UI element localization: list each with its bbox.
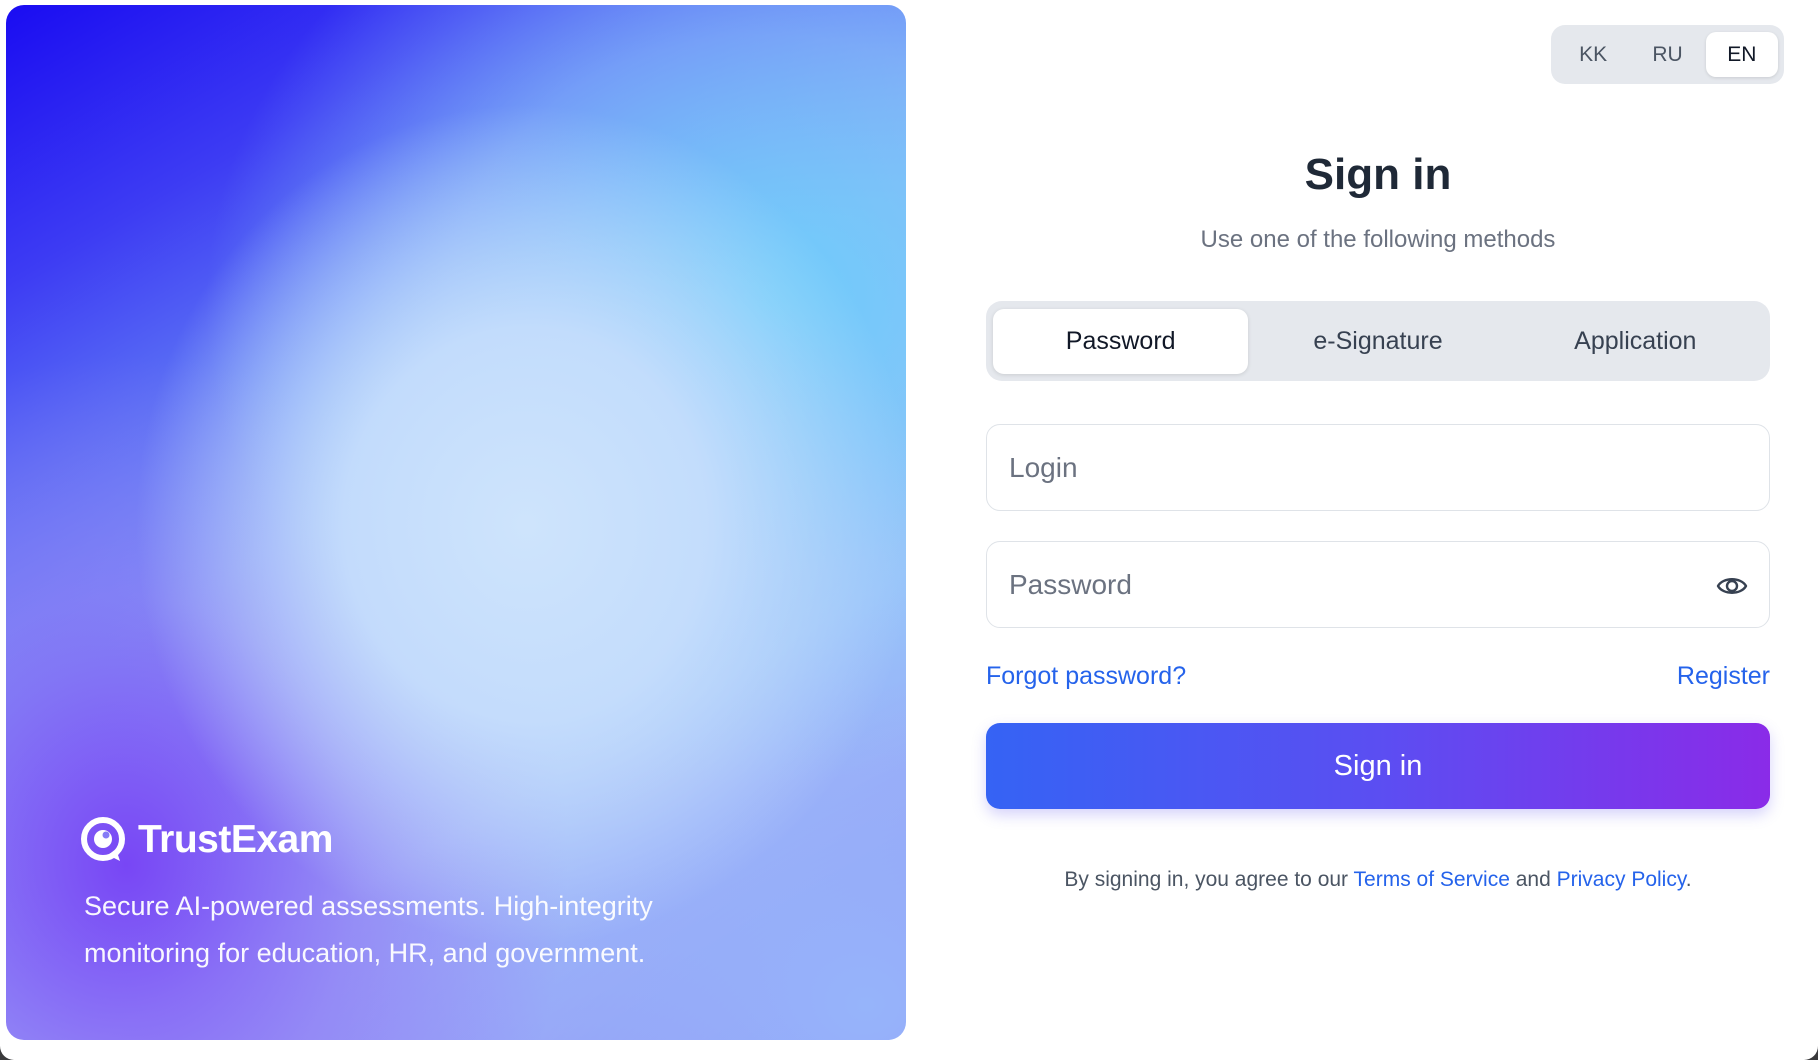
login-input[interactable] <box>987 425 1769 510</box>
eye-icon[interactable] <box>1715 569 1749 603</box>
brand: TrustExam <box>78 815 333 865</box>
login-field <box>986 424 1770 511</box>
hero-tagline: Secure AI-powered assessments. High-inte… <box>84 891 653 968</box>
language-option-en[interactable]: EN <box>1705 32 1778 77</box>
password-input[interactable] <box>987 542 1769 627</box>
hero-panel: TrustExam Secure AI-powered assessments.… <box>6 5 906 1040</box>
language-option-ru[interactable]: RU <box>1631 32 1703 77</box>
password-field <box>986 541 1770 628</box>
privacy-policy-link[interactable]: Privacy Policy <box>1557 868 1686 891</box>
tab-application[interactable]: Application <box>1508 309 1763 374</box>
page-subtitle: Use one of the following methods <box>1200 226 1556 253</box>
sign-in-button[interactable]: Sign in <box>986 723 1770 809</box>
language-switcher: KK RU EN <box>1551 25 1784 84</box>
terms-suffix: . <box>1685 868 1692 891</box>
language-option-kk[interactable]: KK <box>1557 32 1629 77</box>
sign-in-method-tabs: Password e-Signature Application <box>986 301 1770 381</box>
login-page: TrustExam Secure AI-powered assessments.… <box>0 0 1818 1060</box>
page-title: Sign in <box>1304 150 1452 199</box>
terms-notice: By signing in, you agree to our Terms of… <box>986 868 1770 892</box>
brand-name: TrustExam <box>138 818 333 861</box>
trustexam-logo-icon <box>81 817 125 861</box>
terms-of-service-link[interactable]: Terms of Service <box>1354 868 1510 891</box>
register-link[interactable]: Register <box>1677 662 1770 691</box>
forgot-password-link[interactable]: Forgot password? <box>986 662 1186 691</box>
tab-password[interactable]: Password <box>993 308 1249 374</box>
terms-and: and <box>1515 868 1551 891</box>
tab-e-signature[interactable]: e-Signature <box>1250 309 1505 374</box>
terms-prefix: By signing in, you agree to our <box>1064 868 1349 891</box>
